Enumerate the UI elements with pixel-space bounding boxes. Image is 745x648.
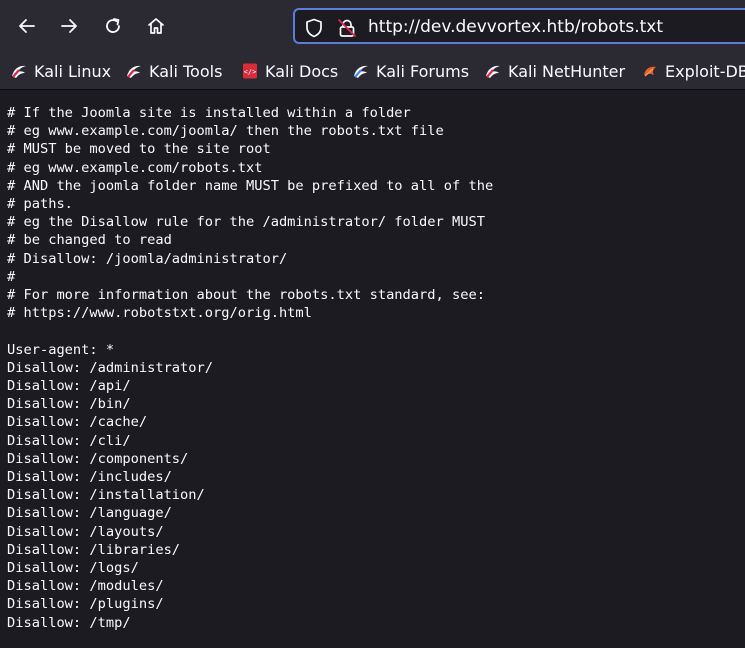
bookmark-kali-forums[interactable]: Kali Forums xyxy=(352,60,469,82)
bookmark-kali-docs[interactable]: </> Kali Docs xyxy=(241,60,338,82)
bookmark-label: Kali Docs xyxy=(265,61,339,81)
arrow-left-icon xyxy=(19,19,35,33)
bookmark-label: Kali Tools xyxy=(149,61,223,81)
robots-txt-content: # If the Joomla site is installed within… xyxy=(7,105,494,631)
url-bar[interactable]: http://dev.devvortex.htb/robots.txt xyxy=(293,8,745,44)
back-button[interactable] xyxy=(12,11,42,41)
home-button[interactable] xyxy=(141,11,171,41)
bookmark-label: Kali NetHunter xyxy=(508,61,626,81)
reload-icon xyxy=(106,18,120,33)
reload-button[interactable] xyxy=(98,11,128,41)
bookmark-kali-linux[interactable]: Kali Linux xyxy=(10,60,111,82)
kali-dragon-icon xyxy=(484,63,502,79)
bookmark-label: Exploit-DB xyxy=(665,61,745,81)
shield-icon[interactable] xyxy=(305,18,323,38)
bookmark-label: Kali Linux xyxy=(34,61,112,81)
exploit-db-icon xyxy=(641,63,659,79)
kali-forums-icon xyxy=(352,63,370,79)
forward-button[interactable] xyxy=(54,11,84,41)
bookmark-kali-nethunter[interactable]: Kali NetHunter xyxy=(484,60,625,82)
insecure-lock-icon[interactable] xyxy=(337,18,357,38)
bookmark-kali-tools[interactable]: Kali Tools xyxy=(125,60,222,82)
bookmarks-toolbar: Kali Linux Kali Tools </> Kali Docs Kali… xyxy=(0,54,745,90)
arrow-right-icon xyxy=(61,19,77,33)
kali-dragon-icon xyxy=(125,63,143,79)
page-content: # If the Joomla site is installed within… xyxy=(0,90,745,648)
bookmark-exploit-db[interactable]: Exploit-DB xyxy=(641,60,745,82)
kali-docs-icon: </> xyxy=(241,63,259,79)
home-icon xyxy=(148,18,164,34)
browser-toolbar: http://dev.devvortex.htb/robots.txt xyxy=(0,0,745,54)
url-text[interactable]: http://dev.devvortex.htb/robots.txt xyxy=(368,17,663,37)
kali-dragon-icon xyxy=(10,63,28,79)
svg-text:</>: </> xyxy=(244,68,257,76)
bookmark-label: Kali Forums xyxy=(376,61,470,81)
